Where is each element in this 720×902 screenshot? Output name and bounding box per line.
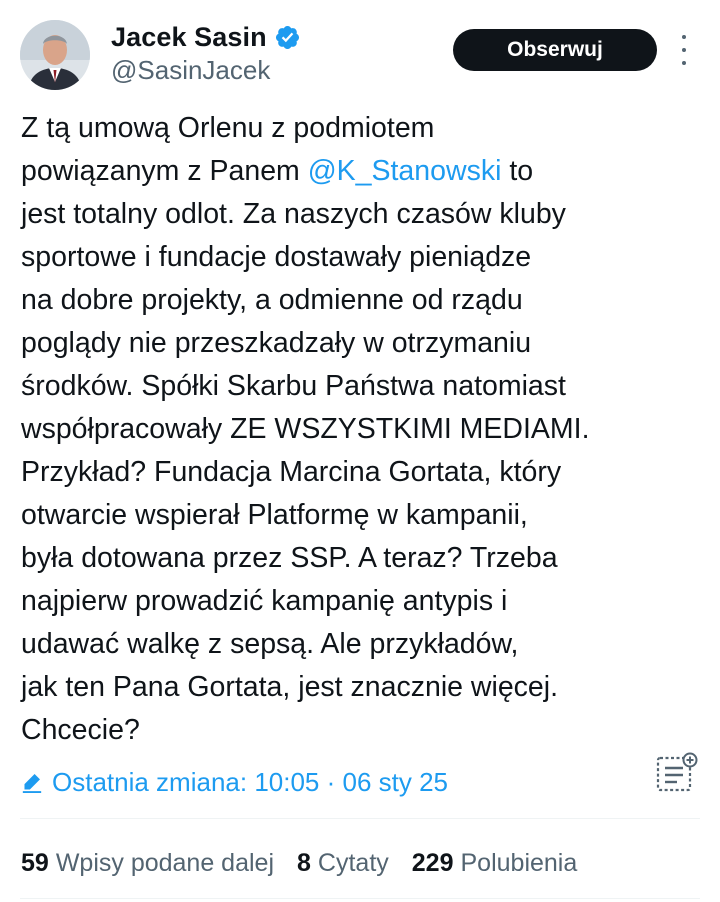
tweet-line: Z tą umową Orlenu z podmiotem: [21, 112, 435, 144]
likes-stat[interactable]: 229 Polubienia: [412, 849, 577, 878]
follow-button[interactable]: Obserwuj: [453, 29, 657, 71]
verified-badge-icon: [275, 25, 299, 50]
divider: [20, 818, 700, 819]
tweet-text: Z tą umową Orlenu z podmiotem powiązanym…: [21, 107, 701, 752]
tweet-line: na dobre projekty, a odmienne od rządu: [21, 284, 523, 316]
tweet-line: jak ten Pana Gortata, jest znacznie więc…: [21, 671, 559, 703]
reposts-count: 59: [21, 848, 49, 877]
edited-timestamp-link[interactable]: Ostatnia zmiana: 10:05 · 06 sty 25: [21, 762, 448, 802]
engagement-stats: 59 Wpisy podane dalej 8 Cytaty 229 Polub…: [21, 843, 600, 883]
tweet-header: Jacek Sasin @SasinJacek Obserwuj: [0, 0, 720, 100]
likes-count: 229: [411, 848, 454, 877]
pencil-edit-icon: [22, 774, 42, 793]
tweet-line: otwarcie wspierał Platformę w kampanii,: [21, 499, 528, 531]
divider: [20, 898, 700, 899]
tweet-line: sportowe i fundacje dostawały pieniądze: [21, 241, 532, 273]
tweet-line: środków. Spółki Skarbu Państwa natomiast: [21, 370, 566, 402]
quotes-count: 8: [297, 848, 311, 877]
tweet-line: Chcecie?: [21, 714, 140, 746]
avatar[interactable]: [20, 20, 90, 90]
tweet-line: była dotowana przez SSP. A teraz? Trzeba: [21, 542, 558, 574]
tweet-line: poglądy nie przeszkadzały w otrzymaniu: [21, 327, 532, 359]
reposts-stat[interactable]: 59 Wpisy podane dalej: [21, 849, 274, 878]
author-name[interactable]: Jacek Sasin: [111, 22, 267, 53]
tweet-line: współpracowały ZE WSZYSTKIMI MEDIAMI.: [21, 413, 590, 445]
quotes-stat[interactable]: 8 Cytaty: [297, 849, 389, 878]
likes-label: Polubienia: [460, 848, 578, 877]
tweet-line: udawać walkę z sepsą. Ale przykładów,: [21, 628, 519, 660]
quotes-label: Cytaty: [317, 848, 389, 877]
edited-timestamp-label: Ostatnia zmiana: 10:05 · 06 sty 25: [52, 766, 448, 797]
tweet-line: powiązanym z Panem @K_Stanowski to: [21, 155, 534, 187]
mention-link[interactable]: @K_Stanowski: [308, 155, 502, 187]
tweet-line: jest totalny odlot. Za naszych czasów kl…: [21, 198, 566, 230]
avatar-image: [20, 20, 90, 90]
tweet-line: najpierw prowadzić kampanię antypis i: [21, 585, 508, 617]
tweet-line: Przykład? Fundacja Marcina Gortata, któr…: [21, 456, 562, 488]
author-handle[interactable]: @SasinJacek: [111, 55, 270, 86]
author-name-row: Jacek Sasin: [111, 20, 301, 54]
more-dots-icon[interactable]: [676, 35, 692, 65]
reposts-label: Wpisy podane dalej: [55, 848, 275, 877]
community-notes-icon[interactable]: [655, 752, 701, 792]
